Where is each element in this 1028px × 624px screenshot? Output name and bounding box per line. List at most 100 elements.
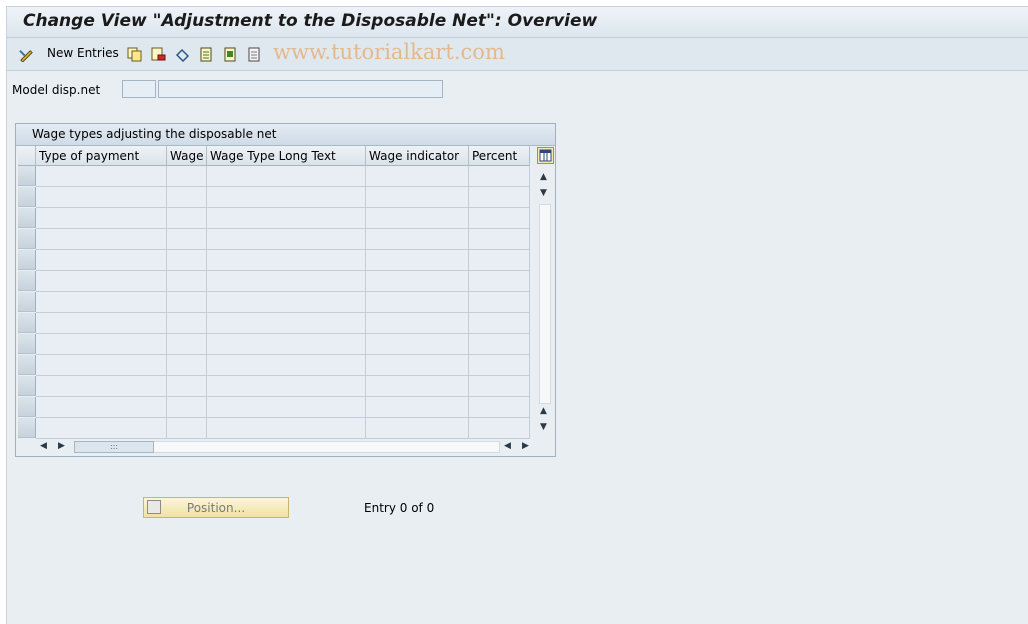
- column-header-percent[interactable]: Percent: [469, 146, 530, 166]
- scroll-right-end-icon[interactable]: ▶: [522, 441, 529, 451]
- new-entries-button[interactable]: New Entries: [47, 46, 119, 63]
- row-selector[interactable]: [18, 292, 36, 312]
- table-cell[interactable]: [207, 334, 366, 355]
- delete-icon[interactable]: [151, 47, 166, 62]
- table-cell[interactable]: [469, 418, 530, 439]
- table-cell[interactable]: [469, 355, 530, 376]
- table-cell[interactable]: [366, 187, 469, 208]
- table-cell[interactable]: [36, 271, 167, 292]
- table-cell[interactable]: [36, 229, 167, 250]
- copy-icon[interactable]: [127, 47, 142, 62]
- column-header-wage[interactable]: Wage: [167, 146, 207, 166]
- table-cell[interactable]: [366, 397, 469, 418]
- table-cell[interactable]: [207, 418, 366, 439]
- table-cell[interactable]: [469, 313, 530, 334]
- table-cell[interactable]: [167, 250, 207, 271]
- table-cell[interactable]: [167, 208, 207, 229]
- table-cell[interactable]: [469, 376, 530, 397]
- select-all-rows-header[interactable]: [18, 146, 36, 166]
- table-cell[interactable]: [36, 187, 167, 208]
- table-cell[interactable]: [36, 166, 167, 187]
- scroll-down-icon[interactable]: ▼: [540, 422, 547, 432]
- table-settings-icon[interactable]: [537, 147, 554, 164]
- table-cell[interactable]: [469, 250, 530, 271]
- row-selector[interactable]: [18, 397, 36, 417]
- table-cell[interactable]: [207, 250, 366, 271]
- table-cell[interactable]: [366, 166, 469, 187]
- table-cell[interactable]: [167, 292, 207, 313]
- table-cell[interactable]: [469, 187, 530, 208]
- table-cell[interactable]: [36, 292, 167, 313]
- table-cell[interactable]: [366, 292, 469, 313]
- table-cell[interactable]: [207, 292, 366, 313]
- table-cell[interactable]: [167, 187, 207, 208]
- undo-change-icon[interactable]: [175, 47, 190, 62]
- row-selector[interactable]: [18, 355, 36, 375]
- table-cell[interactable]: [167, 355, 207, 376]
- scroll-right-icon[interactable]: ▶: [58, 441, 65, 451]
- row-selector[interactable]: [18, 313, 36, 333]
- table-cell[interactable]: [36, 334, 167, 355]
- scroll-up-icon[interactable]: ▲: [540, 172, 547, 182]
- scroll-left-end-icon[interactable]: ◀: [504, 441, 511, 451]
- select-all-icon[interactable]: [199, 47, 214, 62]
- column-header-type-of-payment[interactable]: Type of payment: [36, 146, 167, 166]
- table-cell[interactable]: [366, 418, 469, 439]
- table-cell[interactable]: [366, 271, 469, 292]
- table-cell[interactable]: [167, 229, 207, 250]
- deselect-all-icon[interactable]: [247, 47, 262, 62]
- page-up-icon[interactable]: ▲: [540, 406, 547, 416]
- table-cell[interactable]: [36, 208, 167, 229]
- position-button[interactable]: Position...: [143, 497, 289, 518]
- row-selector[interactable]: [18, 250, 36, 270]
- table-cell[interactable]: [207, 229, 366, 250]
- row-selector[interactable]: [18, 208, 36, 228]
- scroll-left-icon[interactable]: ◀: [40, 441, 47, 451]
- vertical-scroll-track[interactable]: [539, 204, 551, 404]
- table-cell[interactable]: [36, 418, 167, 439]
- table-cell[interactable]: [366, 229, 469, 250]
- table-cell[interactable]: [36, 376, 167, 397]
- table-cell[interactable]: [167, 313, 207, 334]
- table-cell[interactable]: [469, 271, 530, 292]
- select-block-icon[interactable]: [223, 47, 238, 62]
- horizontal-scroll-thumb[interactable]: :::: [74, 441, 154, 453]
- table-cell[interactable]: [167, 376, 207, 397]
- page-down-icon[interactable]: ▼: [540, 188, 547, 198]
- table-cell[interactable]: [167, 397, 207, 418]
- table-cell[interactable]: [207, 313, 366, 334]
- table-cell[interactable]: [167, 334, 207, 355]
- table-cell[interactable]: [366, 376, 469, 397]
- row-selector[interactable]: [18, 418, 36, 438]
- table-cell[interactable]: [366, 334, 469, 355]
- row-selector[interactable]: [18, 334, 36, 354]
- table-cell[interactable]: [167, 418, 207, 439]
- row-selector[interactable]: [18, 376, 36, 396]
- table-cell[interactable]: [207, 166, 366, 187]
- table-cell[interactable]: [207, 208, 366, 229]
- table-cell[interactable]: [36, 355, 167, 376]
- column-header-wage-type-long-text[interactable]: Wage Type Long Text: [207, 146, 366, 166]
- table-cell[interactable]: [366, 250, 469, 271]
- row-selector[interactable]: [18, 229, 36, 249]
- table-cell[interactable]: [167, 166, 207, 187]
- horizontal-scrollbar[interactable]: ◀ ▶ ::: ◀ ▶: [36, 439, 534, 455]
- table-cell[interactable]: [366, 208, 469, 229]
- table-cell[interactable]: [207, 376, 366, 397]
- table-cell[interactable]: [469, 292, 530, 313]
- table-cell[interactable]: [366, 313, 469, 334]
- display-change-icon[interactable]: [19, 47, 34, 62]
- table-cell[interactable]: [36, 250, 167, 271]
- table-cell[interactable]: [469, 229, 530, 250]
- row-selector[interactable]: [18, 271, 36, 291]
- table-cell[interactable]: [469, 334, 530, 355]
- row-selector[interactable]: [18, 187, 36, 207]
- table-cell[interactable]: [36, 397, 167, 418]
- row-selector[interactable]: [18, 166, 36, 186]
- table-cell[interactable]: [207, 187, 366, 208]
- table-cell[interactable]: [207, 397, 366, 418]
- table-cell[interactable]: [366, 355, 469, 376]
- table-cell[interactable]: [469, 397, 530, 418]
- vertical-scrollbar[interactable]: ▲ ▼ ▲ ▼: [536, 172, 553, 438]
- table-cell[interactable]: [167, 271, 207, 292]
